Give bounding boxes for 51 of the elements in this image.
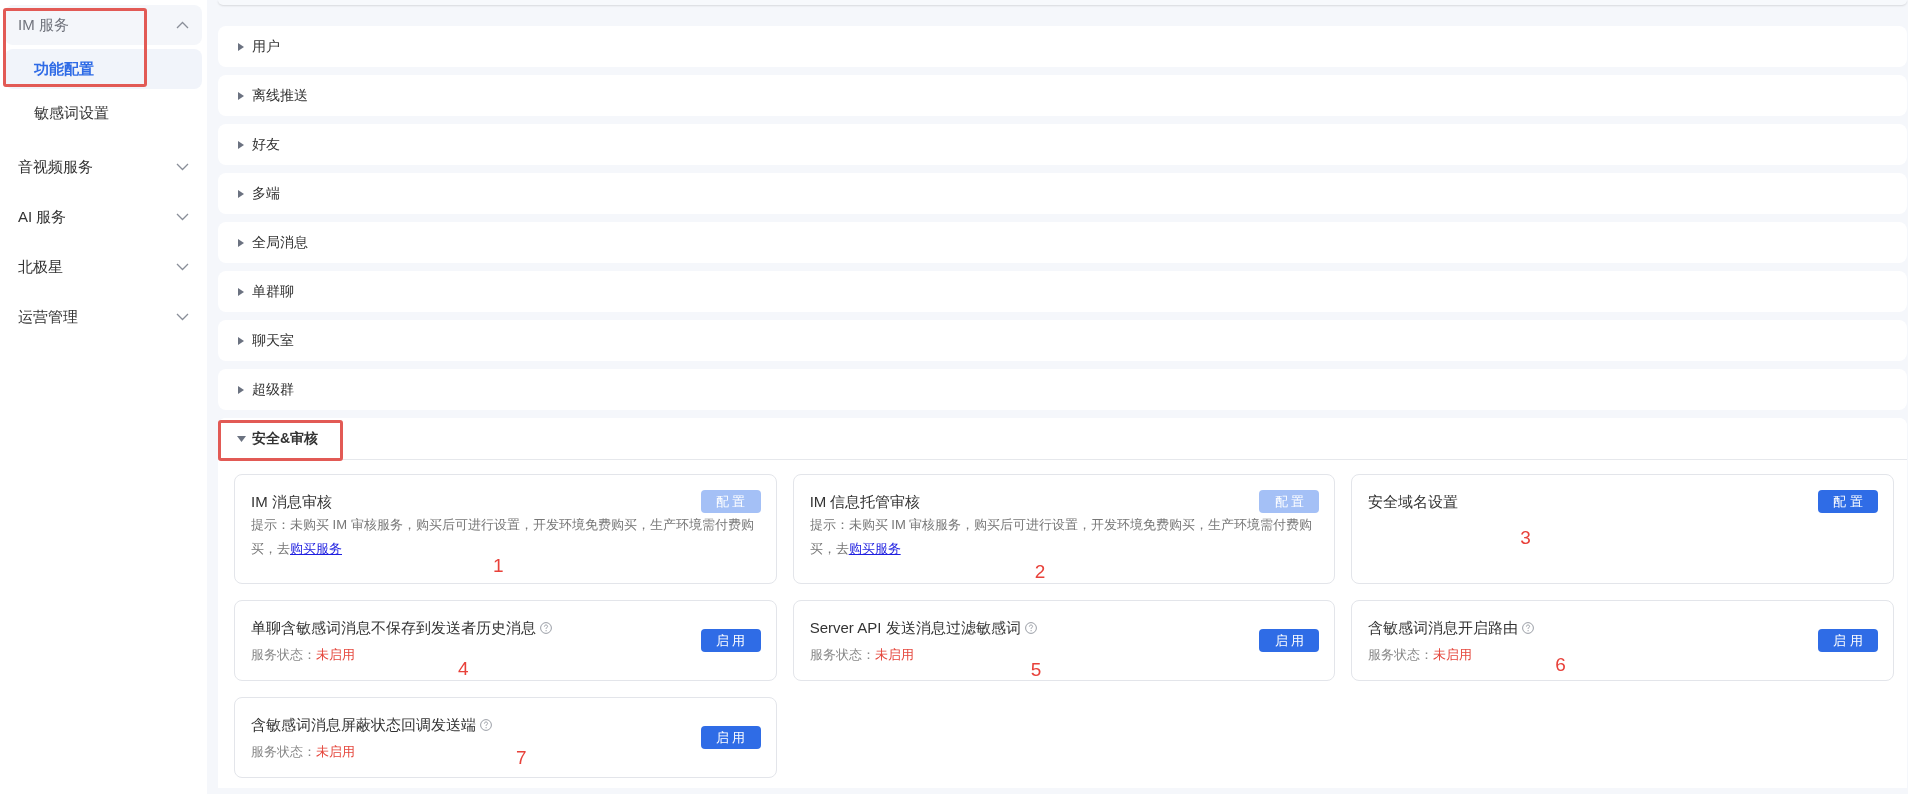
status-label: 服务状态： (251, 743, 316, 761)
chevron-down-icon[interactable] (176, 263, 189, 271)
chevron-down-icon[interactable] (176, 213, 189, 221)
configure-button[interactable]: 配 置 (1818, 490, 1878, 513)
card-title: 单聊含敏感词消息不保存到发送者历史消息 (251, 618, 536, 638)
card-title: IM 信息托管审核 (809, 492, 921, 512)
status-value: 未启用 (316, 646, 355, 664)
enable-button[interactable]: 启 用 (700, 726, 761, 749)
accordion-header[interactable]: 用户 (218, 26, 1907, 67)
status-label: 服务状态： (1368, 646, 1434, 664)
accordion-header[interactable]: 单群聊 (218, 271, 1907, 312)
annotation-number: 4 (458, 657, 469, 681)
menu-group-header[interactable]: 北极星 (5, 247, 202, 287)
help-icon[interactable] (540, 621, 552, 634)
card-title: 安全域名设置 (1368, 492, 1459, 512)
accordion-header[interactable]: 聊天室 (218, 320, 1907, 361)
status-value: 未启用 (1433, 646, 1473, 664)
chevron-down-icon[interactable] (176, 163, 189, 171)
hint-text: 提示：未购买 IM 审核服务，购买后可进行设置，开发环境免费购买，生产环境需付费购买，去购买服务 (809, 516, 1314, 558)
menu-item[interactable]: 功能配置 (5, 49, 202, 89)
help-icon[interactable] (480, 718, 492, 731)
accordion-header[interactable]: 全局消息 (218, 222, 1907, 263)
menu-group-header[interactable]: 音视频服务 (5, 147, 202, 187)
help-icon[interactable] (1024, 621, 1037, 634)
annotation-number: 3 (1520, 526, 1531, 550)
accordion-header[interactable]: 超级群 (218, 369, 1907, 410)
menu-group-header[interactable]: IM 服务 (5, 5, 202, 45)
accordion-header[interactable]: 离线推送 (218, 75, 1907, 116)
card-title: 含敏感词消息开启路由 (1368, 618, 1519, 638)
annotation-number: 7 (516, 746, 527, 770)
status-value: 未启用 (316, 743, 355, 761)
accordion-header[interactable]: 好友 (218, 124, 1907, 165)
annotation-number: 6 (1555, 653, 1566, 677)
accordion-header[interactable]: 多端 (218, 173, 1907, 214)
status-label: 服务状态： (809, 646, 875, 664)
enable-button[interactable]: 启 用 (1259, 629, 1320, 652)
menu-group-header[interactable]: AI 服务 (5, 197, 202, 237)
annotation-number: 2 (1034, 560, 1046, 584)
menu-group-header[interactable]: 运营管理 (5, 297, 202, 337)
status-value: 未启用 (874, 646, 914, 664)
chevron-down-icon[interactable] (176, 313, 189, 321)
menu-item[interactable]: 敏感词设置 (5, 93, 202, 133)
help-icon[interactable] (1522, 621, 1535, 634)
card-title: IM 消息审核 (251, 492, 332, 512)
chevron-up-icon[interactable] (176, 21, 189, 29)
annotation-number: 5 (1030, 658, 1042, 682)
enable-button[interactable]: 启 用 (700, 629, 761, 652)
card-title: Server API 发送消息过滤敏感词 (809, 618, 1021, 638)
status-label: 服务状态： (251, 646, 316, 664)
enable-button[interactable]: 启 用 (1818, 629, 1878, 652)
card-title: 含敏感词消息屏蔽状态回调发送端 (251, 715, 476, 735)
